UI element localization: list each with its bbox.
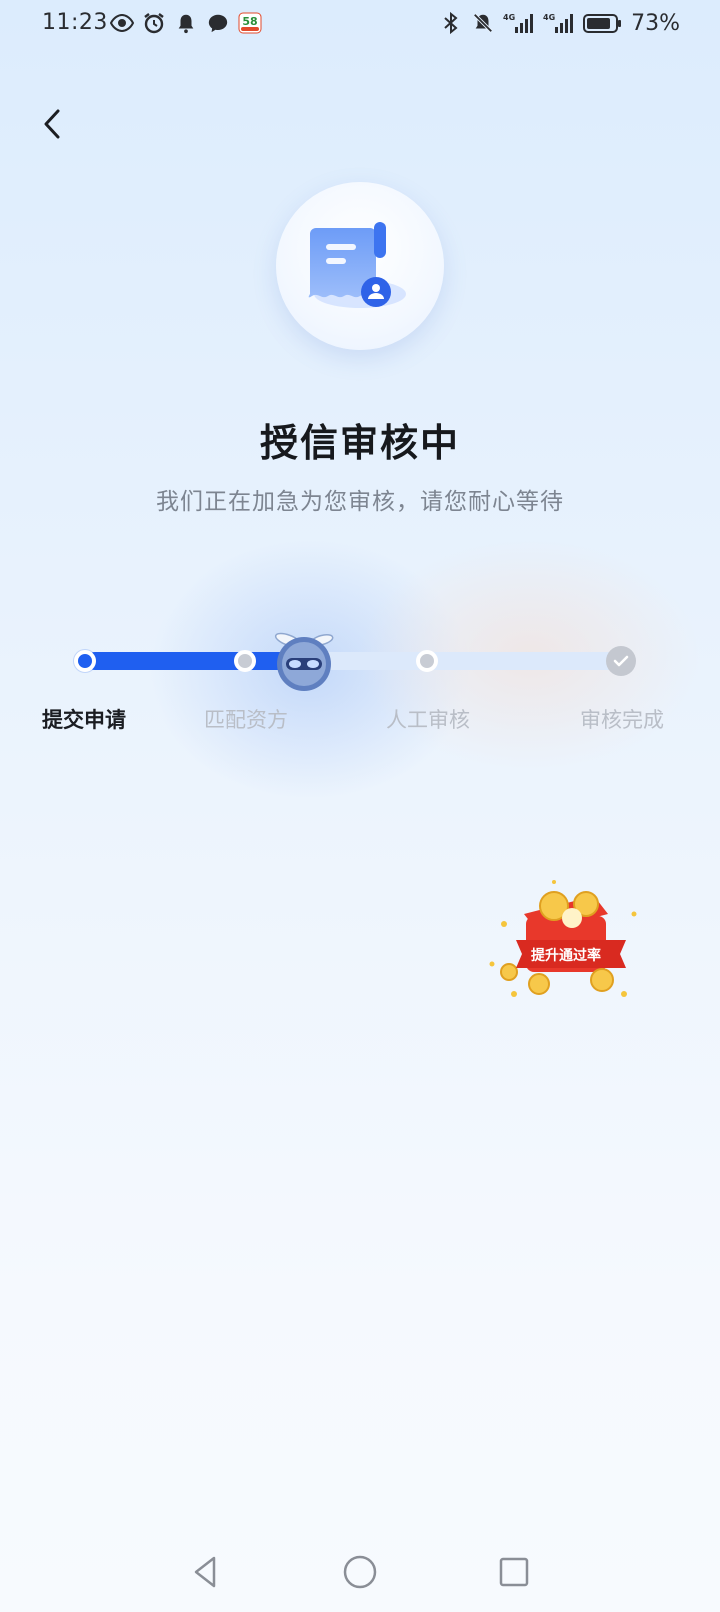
step-node-match bbox=[234, 650, 256, 672]
back-button[interactable] bbox=[32, 104, 72, 144]
svg-text:58: 58 bbox=[242, 15, 257, 28]
signal-4g-icon: 4G bbox=[503, 11, 535, 35]
nav-back-button[interactable] bbox=[188, 1554, 224, 1590]
square-recents-icon bbox=[499, 1557, 529, 1587]
check-icon bbox=[613, 655, 629, 667]
nav-home-button[interactable] bbox=[342, 1554, 378, 1590]
step-node-manual-review bbox=[416, 650, 438, 672]
svg-text:4G: 4G bbox=[543, 13, 555, 22]
step-node-submit bbox=[74, 650, 96, 672]
boost-approval-promo-button[interactable]: 提升通过率 bbox=[484, 874, 644, 1024]
signal-4g-icon: 4G bbox=[543, 11, 575, 35]
page-title: 授信审核中 bbox=[259, 421, 460, 465]
eye-icon bbox=[110, 11, 134, 35]
message-icon bbox=[206, 11, 230, 35]
red-envelope-coins-icon: 提升通过率 bbox=[489, 880, 637, 997]
status-time: 11:23 bbox=[42, 10, 108, 35]
step-label-complete: 审核完成 bbox=[580, 708, 664, 732]
step-label-manual-review: 人工审核 bbox=[386, 708, 470, 732]
mute-icon bbox=[471, 11, 495, 35]
58-app-icon: 58 bbox=[238, 11, 262, 35]
battery-percent: 73% bbox=[631, 10, 680, 36]
status-system-icons: 4G 4G 73% bbox=[439, 10, 680, 36]
svg-text:4G: 4G bbox=[503, 13, 515, 22]
circle-home-icon bbox=[343, 1555, 377, 1589]
nav-recent-apps-button[interactable] bbox=[496, 1554, 532, 1590]
bluetooth-icon bbox=[439, 11, 463, 35]
page-subtitle: 我们正在加急为您审核，请您耐心等待 bbox=[156, 489, 564, 515]
step-label-match: 匹配资方 bbox=[204, 708, 288, 732]
bunny-mascot-icon bbox=[274, 632, 334, 691]
alarm-icon bbox=[142, 11, 166, 35]
triangle-back-icon bbox=[194, 1556, 216, 1588]
status-bar: 11:23 58 4G 4G 73% bbox=[0, 0, 720, 48]
svg-text:提升通过率: 提升通过率 bbox=[531, 947, 601, 964]
step-node-complete bbox=[606, 646, 636, 676]
status-notification-icons: 58 bbox=[110, 10, 262, 36]
chevron-left-icon bbox=[44, 109, 60, 139]
document-review-icon bbox=[308, 222, 406, 308]
step-label-submit: 提交申请 bbox=[42, 708, 126, 732]
battery-icon bbox=[583, 11, 623, 35]
bell-icon bbox=[174, 11, 198, 35]
